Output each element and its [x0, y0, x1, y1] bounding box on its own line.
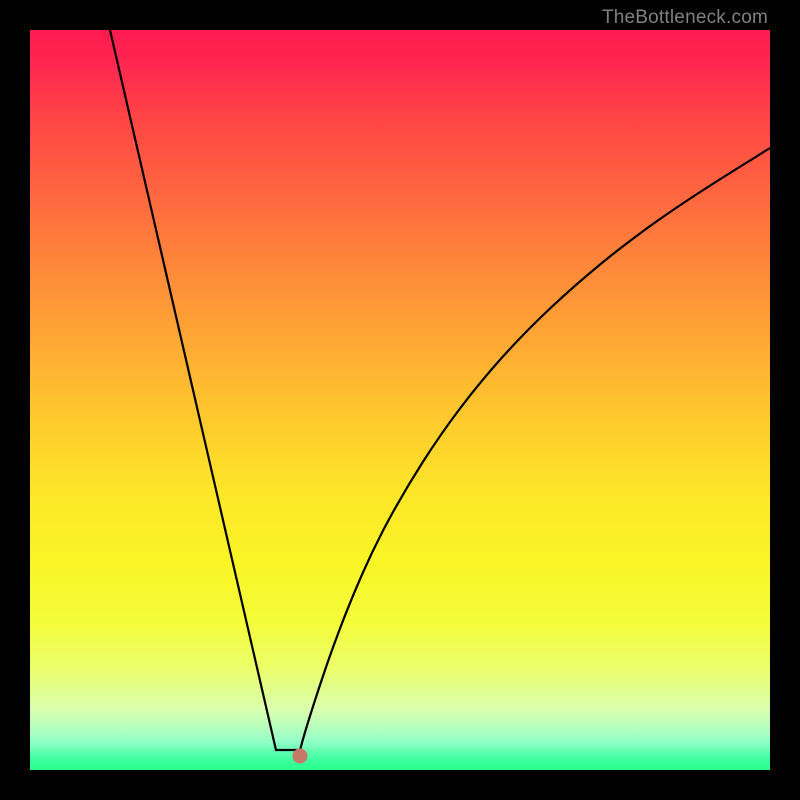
watermark-text: TheBottleneck.com [602, 7, 768, 29]
bottleneck-curve [30, 30, 770, 770]
curve-path [110, 30, 770, 750]
chart-plot-area [30, 30, 770, 770]
optimal-point-marker [292, 749, 307, 764]
